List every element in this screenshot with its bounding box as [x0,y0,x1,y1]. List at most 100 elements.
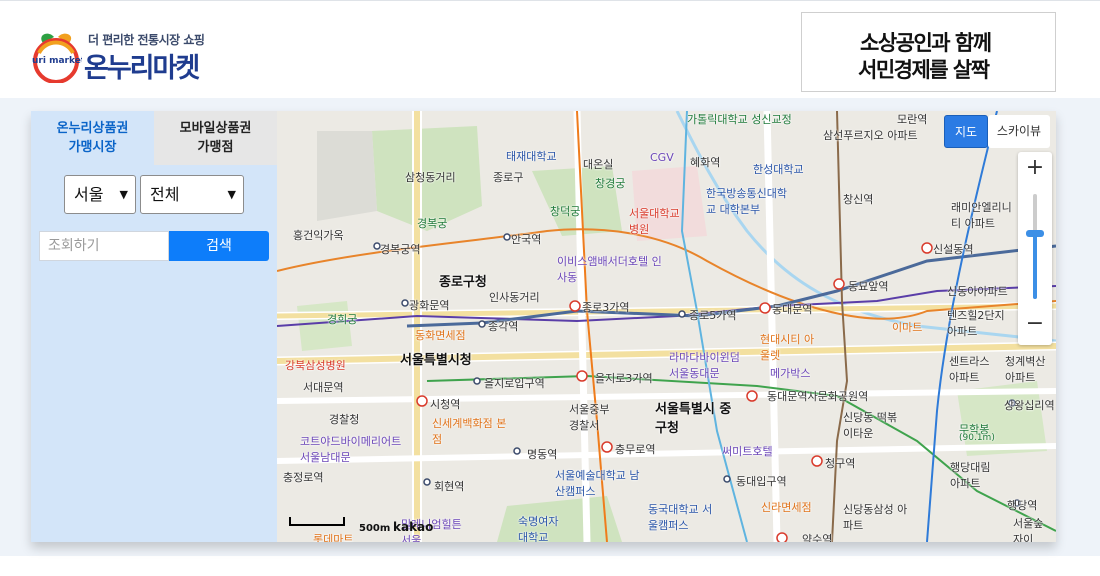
skyview-type-button[interactable]: 스카이뷰 [988,115,1050,148]
tab-onnuri-market-label: 온누리상품권 가맹시장 [56,121,129,155]
map-label: 경복궁역 [380,243,421,256]
map-label: 회현역 [434,480,465,493]
map-label: 한국방송통신대학교 대학본부 [706,187,787,216]
site-header: onnuri market.kr 더 편리한 전통시장 쇼핑 온누리마켓 소상공… [0,1,1100,98]
map-label: 행당역 [1007,499,1038,512]
subway-line [831,111,849,542]
map-label: 서울특별시청 [400,353,472,368]
zoom-slider-fill [1033,234,1037,299]
map-label: 동대문역 [772,303,813,316]
chevron-down-icon: ▼ [119,188,128,201]
map-label: 텐즈힐2단지 아파트 [947,309,1005,338]
map-label: 삼청동거리 [405,171,456,184]
map-label: 상왕십리역 [1004,399,1055,412]
district-select[interactable]: 전체 ▼ [140,175,244,214]
map-label: 청계벽산 아파트 [1005,355,1046,384]
map-label: (90.1m) [959,433,995,443]
map-label: 종로5가역 [689,309,737,322]
map-label: 신당동 떡볶이타운 [843,411,898,440]
sidebar: 온누리상품권 가맹시장 모바일상품권 가맹점 서울 ▼ 전체 ▼ 조회하기 검색 [31,111,277,542]
map-label: 창신역 [843,193,874,206]
map-label: 종로구청 [439,275,487,290]
map-label: 을지로입구역 [484,377,545,390]
map-label: 신동아아파트 [947,285,1008,298]
map-label: 종로구 [493,171,524,184]
map-label: 서울숲 자이 [1013,517,1044,542]
region-select[interactable]: 서울 ▼ [64,175,136,214]
campaign-banner[interactable]: 소상공인과 함께 서민경제를 살짝 [801,12,1056,92]
map-label: 모란역 [897,113,928,126]
map-brand-logo: kakao [393,520,434,534]
map-label: 창덕궁 [550,205,581,218]
map-label: 경찰청 [329,413,360,426]
map-label: 청구역 [825,457,856,470]
map-view[interactable]: 가톨릭대학교 성신교정 모란역 삼선푸르지오 아파트 안암 태재대학교 대온실 … [277,111,1056,542]
map-label: 현대시티 아울렛 [760,333,815,362]
banner-line-1: 소상공인과 함께 [860,31,992,55]
banner-line-2: 서민경제를 살짝 [858,58,990,82]
zoom-slider-handle[interactable] [1026,230,1044,237]
map-label: 종로3가역 [582,301,630,314]
map-label: 동국대학교 서울캠퍼스 [648,503,713,532]
map-label: 센트라스 아파트 [949,355,990,384]
map-label: 혜화역 [690,156,721,169]
search-input[interactable]: 조회하기 [39,231,169,261]
logo-mark-text: onnuri market.kr [32,56,82,66]
store-finder-panel: 온누리상품권 가맹시장 모바일상품권 가맹점 서울 ▼ 전체 ▼ 조회하기 검색 [31,111,1056,542]
map-label: 경희궁 [327,313,358,326]
map-label: 서울중부 경찰서 [569,403,610,432]
map-label: 신세계백화점 본점 [432,417,507,446]
site-logo[interactable]: onnuri market.kr 더 편리한 전통시장 쇼핑 온누리마켓 [32,27,232,84]
map-label: 을지로3가역 [595,372,653,385]
zoom-in-button[interactable]: + [1018,152,1052,186]
map-label: 메가박스 [770,367,811,380]
map-label: 가톨릭대학교 성신교정 [687,113,792,126]
map-label: 라마다바이윈덤 서울동대문 [669,351,740,380]
road [277,343,1056,364]
map-label: 신라면세점 [761,501,812,514]
map-label: 동대문역사문화공원역 [767,390,869,403]
map-label: 한성대학교 [753,163,804,176]
map-label: 롯데마트 [313,533,354,542]
map-label: 경복궁 [417,217,448,230]
map-scale-label: 500m [359,523,391,534]
chevron-down-icon: ▼ [227,188,236,201]
tab-mobile-store[interactable]: 모바일상품권 가맹점 [154,111,277,165]
onnuri-logo-icon: onnuri market.kr [32,33,82,83]
map-label: 동화면세점 [415,329,466,342]
logo-name: 온누리마켓 [84,53,200,84]
map-canvas [277,111,1056,542]
map-label: 대온실 [583,158,614,171]
map-scale-bar [289,517,345,526]
map-label: 래미안엘리니티 아파트 [951,201,1012,230]
map-label: 행당대림 아파트 [950,461,991,490]
map-label: 창경궁 [595,177,626,190]
map-label: 홍건익가옥 [293,229,344,242]
tab-mobile-store-label: 모바일상품권 가맹점 [179,121,252,155]
map-label: 광화문역 [409,299,450,312]
map-label: 서대문역 [303,381,344,394]
map-label: 명동역 [527,448,558,461]
map-label: 종각역 [488,320,519,333]
map-label: 태재대학교 [506,150,557,163]
map-label: 시청역 [430,398,461,411]
district-select-value: 전체 [150,185,180,204]
map-label: CGV [650,151,674,164]
map-label: 신당동삼성 아파트 [843,503,908,532]
map-label: 안국역 [511,233,542,246]
map-label: 이비스앰배서더호텔 인사동 [557,255,662,284]
map-label: 충무로역 [615,443,656,456]
map-label: 신설동역 [933,243,974,256]
map-label: 코트야드바이메리어트 서울남대문 [300,435,402,464]
map-type-button[interactable]: 지도 [944,115,988,148]
map-label: 서울대학교병원 [629,207,680,236]
search-button[interactable]: 검색 [169,231,269,261]
map-label: 강북삼성병원 [285,359,346,372]
map-label: 이마트 [892,321,923,334]
zoom-out-button[interactable]: − [1018,308,1052,342]
map-label: 약수역 [802,533,833,542]
map-label: 삼선푸르지오 아파트 [823,129,918,142]
map-label: 서울예술대학교 남산캠퍼스 [555,469,640,498]
tab-onnuri-market[interactable]: 온누리상품권 가맹시장 [31,111,154,165]
map-label: 동대입구역 [736,475,787,488]
